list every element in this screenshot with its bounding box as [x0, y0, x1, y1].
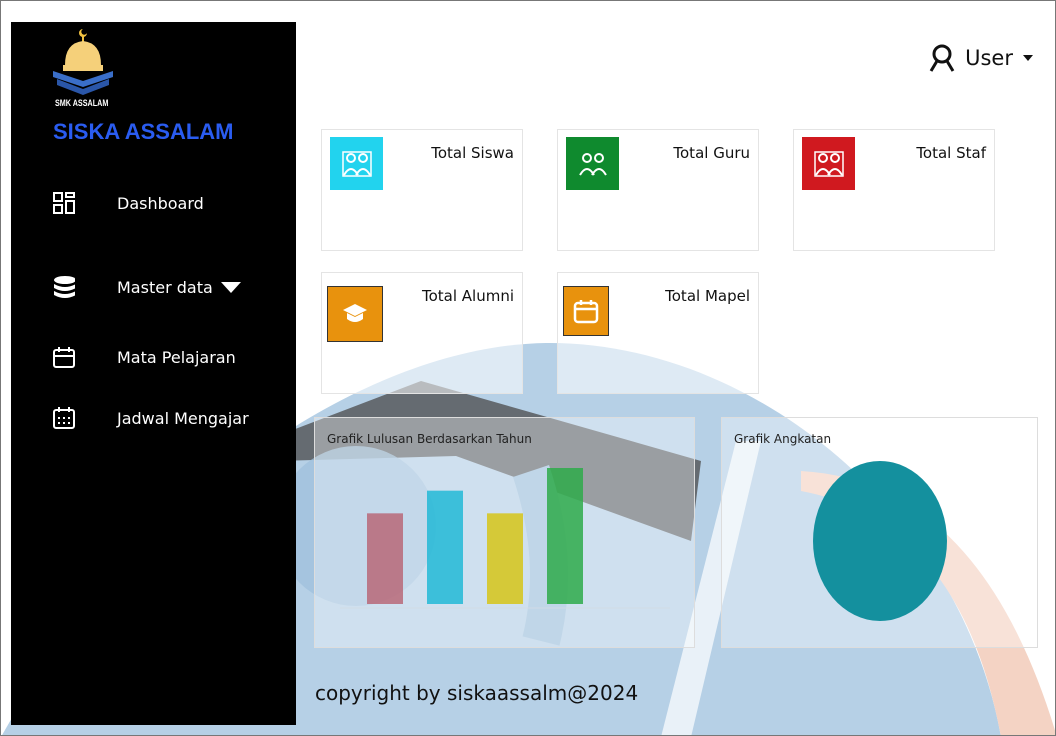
- card-total-guru[interactable]: Total Guru: [557, 129, 759, 251]
- pie-chart: [813, 461, 947, 621]
- card-label: Total Staf: [916, 144, 986, 162]
- card-total-staf[interactable]: Total Staf: [793, 129, 995, 251]
- user-menu[interactable]: User: [929, 44, 1033, 72]
- user-label: User: [965, 46, 1013, 70]
- chart-bar: [547, 468, 583, 604]
- card-total-alumni[interactable]: Total Alumni: [321, 272, 523, 394]
- copyright-text: copyright by siskaassalm@2024: [315, 681, 639, 705]
- main-content: User Total Siswa Total Guru Total Staf T…: [1, 1, 1055, 735]
- users-icon: [330, 137, 383, 190]
- users-icon: [802, 137, 855, 190]
- card-label: Total Siswa: [431, 144, 514, 162]
- card-total-mapel[interactable]: Total Mapel: [557, 272, 759, 394]
- bar-chart: [340, 468, 670, 609]
- pie-slice: [813, 461, 947, 621]
- card-label: Total Mapel: [665, 287, 750, 305]
- user-icon: [929, 44, 955, 72]
- graduation-cap-icon: [327, 286, 383, 342]
- caret-down-icon: [1023, 55, 1033, 61]
- card-total-siswa[interactable]: Total Siswa: [321, 129, 523, 251]
- page: SMK ASSALAM SISKA ASSALAM Dashboard Mast…: [0, 0, 1056, 736]
- panel-grafik-angkatan: Grafik Angkatan: [721, 417, 1038, 648]
- card-label: Total Alumni: [421, 287, 514, 305]
- chart-bar: [487, 513, 523, 604]
- chart-bar: [427, 490, 463, 604]
- panel-grafik-lulusan: Grafik Lulusan Berdasarkan Tahun: [314, 417, 695, 648]
- card-label: Total Guru: [673, 144, 750, 162]
- chart-bar: [367, 513, 403, 604]
- calendar-icon: [563, 286, 609, 336]
- users-icon: [566, 137, 619, 190]
